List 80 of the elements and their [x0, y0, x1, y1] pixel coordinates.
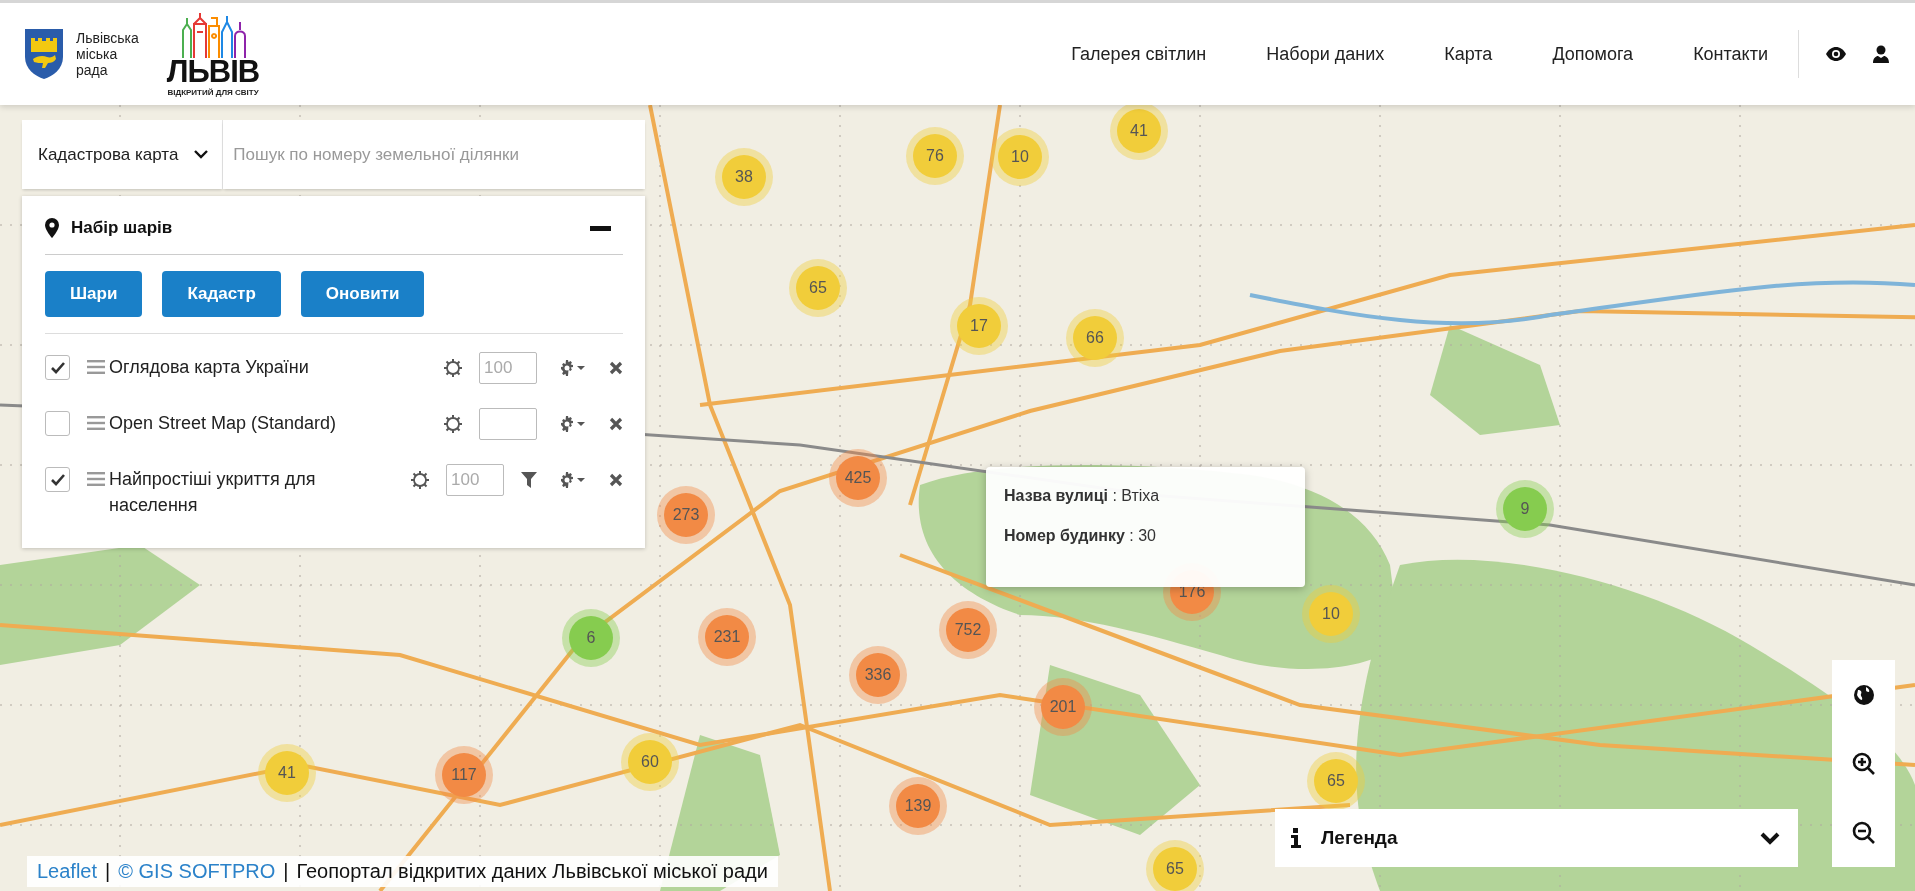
map-type-dropdown[interactable]: Кадастрова карта	[22, 120, 224, 189]
panel-button[interactable]: Шари	[45, 271, 143, 317]
settings-icon	[558, 360, 586, 376]
layer-name: Оглядова карта України	[109, 356, 309, 379]
nav-link[interactable]: Допомога	[1552, 43, 1634, 65]
cluster-marker[interactable]: 60	[628, 740, 672, 784]
separator-text: |	[283, 860, 289, 883]
attribution-text: Геопортал відкритих даних Львівської міської ради	[296, 860, 768, 883]
drag-handle-icon[interactable]	[87, 416, 105, 430]
info-icon	[1291, 828, 1301, 848]
cluster-marker[interactable]: 41	[265, 751, 309, 795]
nav-link[interactable]: Карта	[1444, 43, 1493, 65]
brand-tagline: ВІДКРИТИЙ ДЛЯ СВІТУ	[167, 87, 259, 97]
layer-checkbox[interactable]	[45, 355, 70, 380]
collapse-button[interactable]	[590, 225, 611, 231]
cluster-marker[interactable]: 231	[705, 615, 749, 659]
layer-settings-button[interactable]	[558, 472, 586, 488]
settings-icon	[558, 416, 586, 432]
close-icon[interactable]	[609, 417, 623, 431]
globe-icon	[1852, 683, 1875, 706]
layer-name: Найпростіші укриття для населення	[109, 468, 317, 517]
brightness-icon[interactable]	[444, 415, 462, 433]
layer-name: Open Street Map (Standard)	[109, 412, 337, 435]
chevron-icon	[194, 150, 209, 159]
cluster-marker[interactable]: 139	[896, 784, 940, 828]
popup-field: Назва вулиці : Втіха	[1004, 487, 1287, 505]
legend-bar[interactable]: Легенда	[1275, 809, 1798, 867]
close-icon[interactable]	[609, 361, 623, 375]
search-field[interactable]: Пошук по номеру земельної ділянки	[223, 120, 645, 189]
opacity-field[interactable]	[479, 408, 537, 440]
popup-field: Номер будинку : 30	[1004, 527, 1287, 545]
layer-settings-button[interactable]	[558, 360, 586, 376]
cluster-marker[interactable]: 76	[913, 134, 957, 178]
layer-checkbox[interactable]	[45, 411, 70, 436]
cluster-marker[interactable]: 65	[796, 266, 840, 310]
brightness-icon[interactable]	[444, 359, 462, 377]
cluster-marker[interactable]: 65	[1314, 759, 1358, 803]
user-icon[interactable]	[1873, 45, 1889, 63]
attribution-link[interactable]: © GIS SOFTPRO	[118, 860, 276, 883]
cluster-marker[interactable]: 38	[722, 155, 766, 199]
nav-link[interactable]: Галерея світлин	[1071, 43, 1207, 65]
cluster-marker[interactable]: 273	[664, 493, 708, 537]
panel-button[interactable]: Оновити	[300, 271, 425, 317]
close-icon[interactable]	[609, 473, 623, 487]
chevron-icon[interactable]	[1760, 831, 1780, 845]
zoom-out-icon	[1851, 820, 1876, 845]
cluster-marker[interactable]: 10	[998, 135, 1042, 179]
brightness-icon[interactable]	[411, 471, 429, 489]
cluster-marker[interactable]: 425	[836, 456, 880, 500]
nav-link[interactable]: Контакти	[1693, 43, 1768, 65]
nav-link[interactable]: Набори даних	[1266, 43, 1385, 65]
layer-settings-button[interactable]	[558, 416, 586, 432]
cluster-marker[interactable]: 117	[442, 753, 486, 797]
cluster-marker[interactable]: 17	[957, 304, 1001, 348]
brand-name: ЛЬВІВ	[166, 57, 260, 86]
city-council-name: Львівська міська рада	[76, 30, 139, 78]
cluster-marker[interactable]: 752	[946, 608, 990, 652]
separator-text: |	[105, 860, 111, 883]
cluster-marker[interactable]: 6	[569, 616, 613, 660]
cluster-marker[interactable]: 9	[1503, 487, 1547, 531]
zoom-in-icon	[1851, 751, 1876, 776]
attribution-link[interactable]: Leaflet	[37, 860, 98, 883]
panel-title: Набір шарів	[71, 218, 173, 238]
legend-title: Легенда	[1321, 827, 1399, 849]
city-towers-logo-drawing	[179, 11, 248, 58]
drag-handle-icon[interactable]	[87, 472, 105, 486]
cluster-marker[interactable]: 65	[1153, 847, 1197, 891]
cluster-marker[interactable]: 336	[856, 653, 900, 697]
check-icon	[50, 361, 65, 374]
cluster-marker[interactable]: 41	[1117, 109, 1161, 153]
check-icon	[50, 473, 65, 486]
layer-checkbox[interactable]	[45, 467, 70, 492]
settings-icon	[558, 472, 586, 488]
eye-icon[interactable]	[1825, 47, 1847, 61]
map-pin-icon	[45, 218, 59, 238]
panel-button[interactable]: Кадастр	[162, 271, 281, 317]
cluster-marker[interactable]: 66	[1073, 316, 1117, 360]
coat-of-arms-icon	[24, 28, 64, 80]
drag-handle-icon[interactable]	[87, 360, 105, 374]
filter-icon[interactable]	[521, 472, 537, 488]
